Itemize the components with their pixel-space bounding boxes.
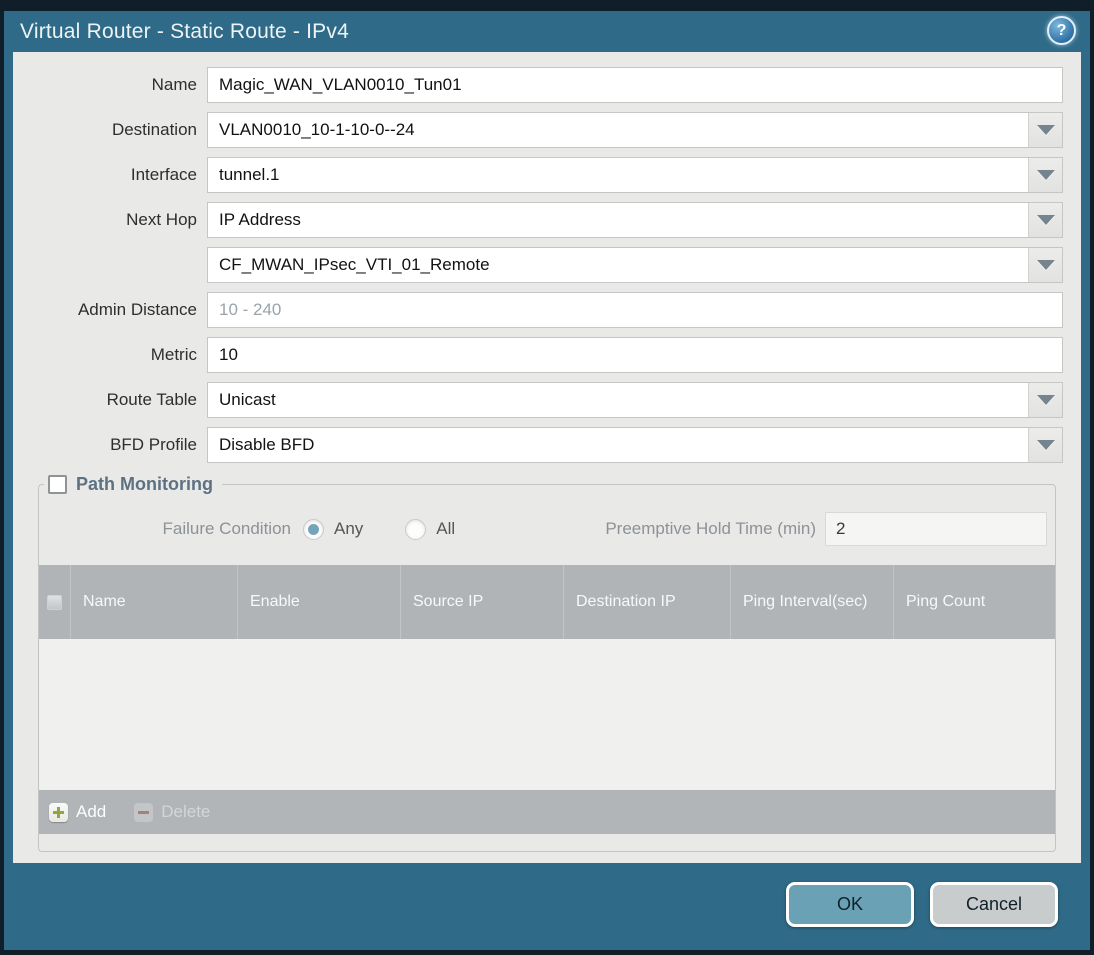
path-monitoring-checkbox[interactable]	[48, 475, 67, 494]
destination-dropdown-button[interactable]	[1028, 113, 1062, 147]
metric-label: Metric	[150, 345, 197, 364]
preemptive-hold-time-group: Preemptive Hold Time (min)	[605, 512, 1047, 546]
field-row-route-table: Route Table	[13, 382, 1063, 418]
titlebar: Virtual Router - Static Route - IPv4 ?	[4, 11, 1090, 52]
name-input[interactable]	[207, 67, 1063, 103]
next-hop-type-dropdown-button[interactable]	[1028, 203, 1062, 237]
help-icon[interactable]: ?	[1047, 16, 1076, 45]
chevron-down-icon	[1036, 440, 1055, 450]
destination-input[interactable]	[207, 112, 1063, 148]
failure-condition-label: Failure Condition	[162, 519, 291, 538]
field-row-next-hop-address	[13, 247, 1063, 283]
field-row-metric: Metric	[13, 337, 1063, 373]
bfd-profile-label: BFD Profile	[110, 435, 197, 454]
next-hop-address-input[interactable]	[207, 247, 1063, 283]
radio-all[interactable]	[405, 518, 427, 540]
path-monitoring-table: Name Enable Source IP Destination IP Pin…	[39, 565, 1055, 834]
dialog-content: Name Destination Interface	[13, 52, 1081, 863]
table-body-empty	[39, 639, 1055, 790]
interface-dropdown-button[interactable]	[1028, 158, 1062, 192]
preemptive-hold-time-input[interactable]	[825, 512, 1047, 546]
dialog-window: Virtual Router - Static Route - IPv4 ? N…	[4, 11, 1090, 950]
admin-distance-label: Admin Distance	[77, 300, 197, 319]
delete-button-label: Delete	[161, 802, 211, 821]
field-row-interface: Interface	[13, 157, 1063, 193]
destination-label: Destination	[111, 120, 197, 139]
next-hop-address-spacer	[13, 247, 207, 283]
ok-button[interactable]: OK	[786, 882, 914, 927]
admin-distance-input[interactable]	[207, 292, 1063, 328]
chevron-down-icon	[1036, 395, 1055, 405]
column-header-destination-ip[interactable]: Destination IP	[564, 565, 731, 639]
radio-all-label: All	[436, 519, 456, 538]
chevron-down-icon	[1036, 170, 1055, 180]
dialog-title: Virtual Router - Static Route - IPv4	[20, 19, 349, 43]
column-header-ping-count[interactable]: Ping Count	[894, 565, 1055, 639]
path-monitoring-legend: Path Monitoring	[44, 474, 222, 495]
header-select-all-cell	[39, 565, 71, 639]
route-table-input[interactable]	[207, 382, 1063, 418]
field-row-name: Name	[13, 67, 1063, 103]
delete-button[interactable]: Delete	[134, 802, 210, 822]
table-header-row: Name Enable Source IP Destination IP Pin…	[39, 565, 1055, 639]
next-hop-type-input[interactable]	[207, 202, 1063, 238]
metric-input[interactable]	[207, 337, 1063, 373]
radio-any[interactable]	[303, 518, 324, 540]
field-row-bfd-profile: BFD Profile	[13, 427, 1063, 463]
radio-any-label: Any	[334, 519, 364, 538]
add-button[interactable]: Add	[49, 802, 106, 822]
select-all-checkbox[interactable]	[47, 594, 62, 610]
minus-icon	[134, 802, 154, 822]
interface-input[interactable]	[207, 157, 1063, 193]
column-header-name[interactable]: Name	[71, 565, 238, 639]
column-header-enable[interactable]: Enable	[238, 565, 401, 639]
cancel-button[interactable]: Cancel	[930, 882, 1058, 927]
field-row-admin-distance: Admin Distance	[13, 292, 1063, 328]
add-button-label: Add	[76, 802, 107, 821]
preemptive-hold-time-label: Preemptive Hold Time (min)	[605, 519, 816, 538]
bfd-profile-dropdown-button[interactable]	[1028, 428, 1062, 462]
plus-icon	[49, 802, 68, 822]
field-row-next-hop: Next Hop	[13, 202, 1063, 238]
chevron-down-icon	[1036, 215, 1055, 225]
next-hop-label: Next Hop	[126, 210, 197, 229]
field-row-destination: Destination	[13, 112, 1063, 148]
name-label: Name	[151, 75, 197, 94]
failure-condition-row: Failure Condition Any All Preemptive Hol…	[39, 512, 1055, 546]
interface-label: Interface	[130, 165, 197, 184]
route-table-dropdown-button[interactable]	[1028, 383, 1062, 417]
table-toolbar: Add Delete	[39, 790, 1055, 834]
next-hop-address-dropdown-button[interactable]	[1028, 248, 1062, 282]
column-header-ping-interval[interactable]: Ping Interval(sec)	[731, 565, 894, 639]
path-monitoring-title: Path Monitoring	[76, 474, 213, 494]
help-glyph: ?	[1056, 21, 1067, 39]
path-monitoring-section: Path Monitoring Failure Condition Any Al…	[38, 474, 1056, 852]
bfd-profile-input[interactable]	[207, 427, 1063, 463]
static-route-form: Name Destination Interface	[13, 52, 1081, 463]
column-header-source-ip[interactable]: Source IP	[401, 565, 564, 639]
chevron-down-icon	[1036, 125, 1055, 135]
route-table-label: Route Table	[106, 390, 197, 409]
chevron-down-icon	[1036, 260, 1055, 270]
